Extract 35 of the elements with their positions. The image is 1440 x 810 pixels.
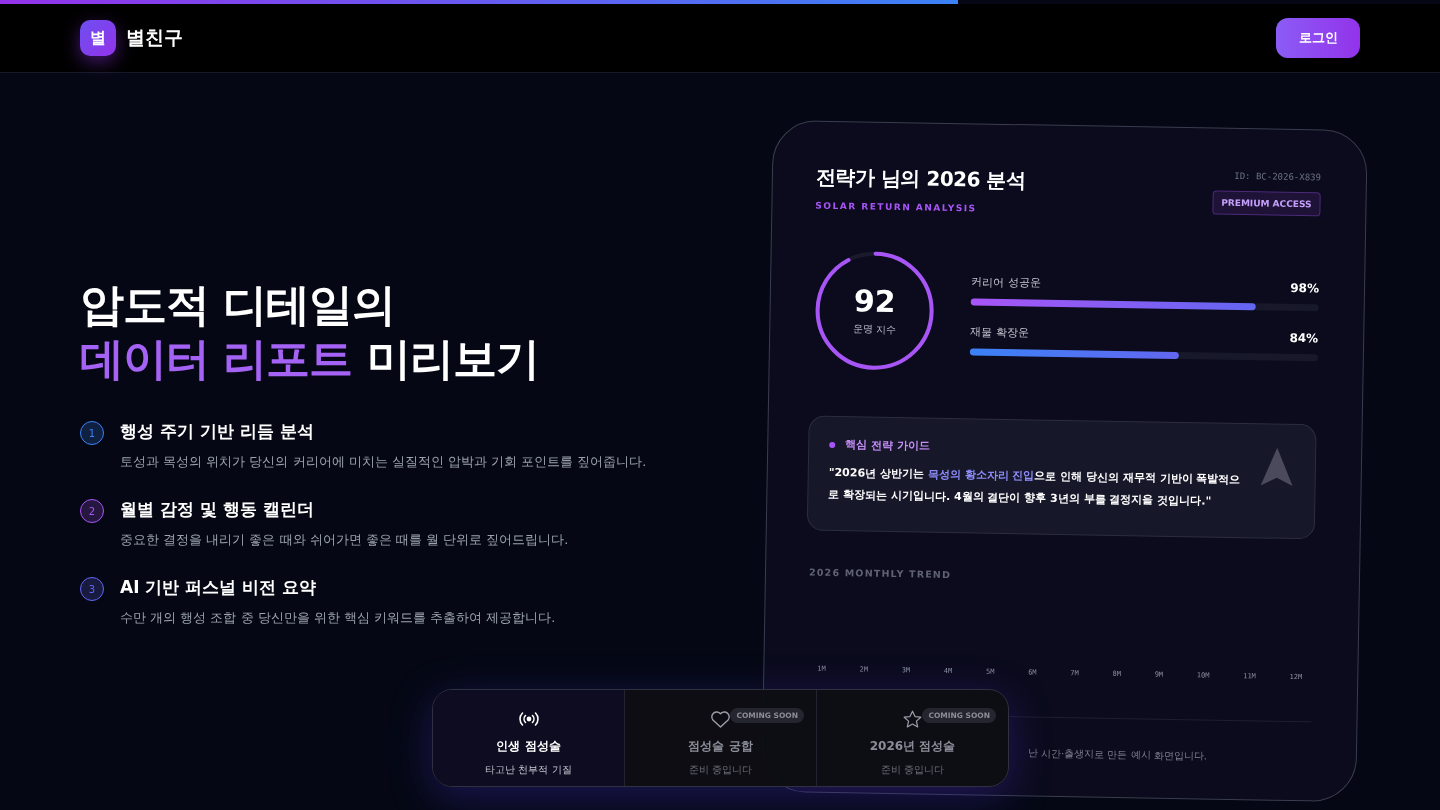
hero-title: 압도적 디테일의 (80, 278, 397, 332)
footnote: 난 시간·출생지로 만든 예시 화면입니다. (1027, 746, 1209, 764)
broadcast-icon (517, 711, 540, 727)
premium-badge: PREMIUM ACCESS (1212, 190, 1321, 217)
brand-name[interactable]: 별친구 (126, 25, 183, 51)
feature-title: 월별 감정 및 행동 캘린더 (120, 498, 315, 521)
metric-value: 84% (1289, 330, 1319, 346)
guide-title: 핵심 전략 가이드 (845, 437, 931, 454)
service-tab[interactable]: 인생 점성술 타고난 천부적 기질 (433, 690, 625, 786)
hero-title-highlight: 데이터 리포트 (80, 333, 353, 384)
score-label: 운명 지수 (852, 322, 896, 338)
hero-title: 미리보기 (366, 333, 539, 384)
score-value: 92 (853, 284, 896, 320)
feature-title: AI 기반 퍼스널 비전 요약 (120, 576, 318, 599)
feature-description: 중요한 결정을 내리기 좋은 때와 쉬어가면 좋은 때를 월 단위로 짚어드립니다. (120, 531, 569, 549)
metric-name: 재물 확장운 (970, 324, 1029, 341)
metric-value: 98% (1290, 280, 1320, 296)
star-icon (902, 708, 923, 730)
step-number: 2 (80, 499, 104, 523)
report-title: 전략가 님의 2026 분석 (815, 163, 1026, 195)
report-subtitle: SOLAR RETURN ANALYSIS (815, 200, 978, 215)
bullet-icon (829, 441, 836, 448)
trend-title: 2026 MONTHLY TREND (808, 566, 953, 583)
feature-description: 토성과 목성의 위치가 당신의 커리어에 미치는 실질적인 압박과 기회 포인트를 짚어줍니다. (120, 453, 647, 471)
feature-description: 수만 개의 행성 조합 중 당신만을 위한 핵심 키워드를 추출하여 제공합니다. (120, 609, 556, 627)
arrow-icon (1260, 447, 1294, 486)
metric-name: 커리어 성공운 (971, 274, 1041, 291)
login-button[interactable]: 로그인 (1276, 18, 1360, 58)
logo-mark[interactable]: 별 (80, 20, 116, 56)
step-number: 3 (80, 577, 104, 601)
feature-title: 행성 주기 기반 리듬 분석 (120, 420, 315, 443)
guide-quote: "2026년 상반기는 목성의 황소자리 진입으로 인해 당신의 재무적 기반이 폭발적으로 확장되는 시기입니다. 4월의 결단이 향후 3년의 부를 결정지을 것입니다." (828, 464, 1242, 510)
step-number: 1 (80, 421, 104, 445)
report-id: ID: BC-2026-X839 (1234, 170, 1322, 183)
heart-icon (710, 709, 731, 729)
